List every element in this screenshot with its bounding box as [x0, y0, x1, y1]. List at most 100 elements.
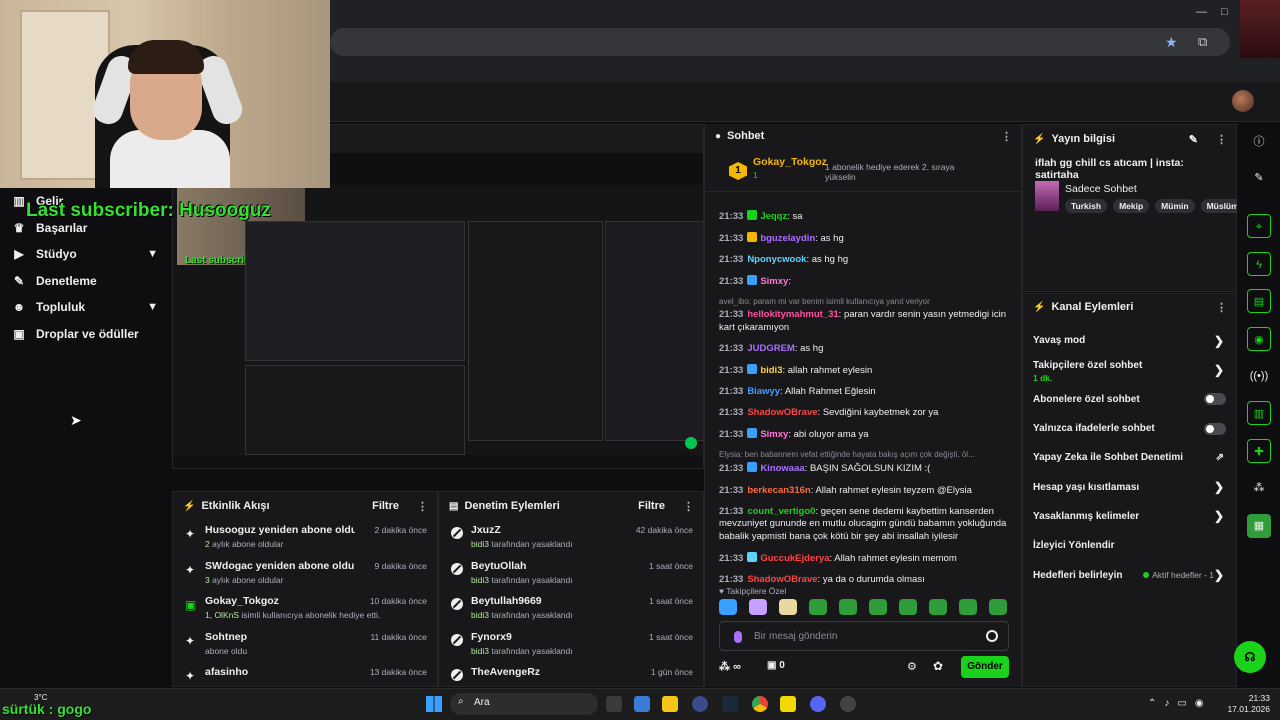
slow-mode-row[interactable]: Yavaş mod ❯ — [1023, 326, 1236, 355]
chat-message[interactable]: 21:33 Simxy: — [719, 275, 1017, 289]
pencil-icon[interactable]: ✎ — [1247, 166, 1271, 190]
lightning-icon[interactable]: ϟ — [1247, 252, 1271, 276]
emote-only-row[interactable]: Yalnızca ifadelerle sohbet — [1023, 414, 1236, 443]
gear-icon[interactable]: ⚙ — [907, 660, 917, 673]
emote-icon[interactable] — [959, 599, 977, 615]
message-username[interactable]: Kinowaaa — [760, 463, 804, 474]
chat-message[interactable]: 21:33 berkecan316n: Allah rahmet eylesin … — [719, 485, 1017, 498]
emote-icon[interactable] — [809, 599, 827, 615]
steam-icon[interactable] — [722, 696, 738, 712]
help-icon[interactable]: ☊ — [1234, 641, 1266, 673]
more-options-icon[interactable]: ⋮ — [1001, 130, 1012, 143]
taskbar-clock[interactable]: 21:33 17.01.2026 — [1224, 693, 1270, 715]
emote-icon[interactable] — [779, 599, 797, 615]
message-username[interactable]: count_vertigo0 — [747, 506, 815, 517]
list-item[interactable]: JxuzZ bidi3 tarafından yasaklandı 42 dakik… — [439, 520, 703, 556]
chat-input[interactable]: Bir mesaj gönderin — [719, 621, 1009, 651]
account-age-row[interactable]: Hesap yaşı kısıtlaması ❯ — [1023, 472, 1236, 501]
app-icon[interactable] — [692, 696, 708, 712]
more-options-icon[interactable]: ⋮ — [1216, 133, 1227, 146]
emote-only-toggle[interactable] — [1204, 422, 1226, 435]
extension-icon[interactable]: ▦ — [1247, 514, 1271, 538]
bookmark-star-icon[interactable]: ★ — [1165, 34, 1178, 51]
message-username[interactable]: berkecan316n — [747, 485, 810, 496]
list-item[interactable]: BeytuOllah bidi3 tarafından yasaklandı 1 s… — [439, 556, 703, 592]
message-username[interactable]: bidi3 — [760, 365, 782, 376]
microphone-icon[interactable] — [734, 631, 742, 643]
message-username[interactable]: hellokitymahmut_31 — [747, 309, 838, 320]
chat-message[interactable]: 21:33 Simxy: abi oluyor ama ya — [719, 428, 1017, 442]
sub-only-toggle[interactable] — [1204, 393, 1226, 406]
message-username[interactable]: Simxy — [760, 429, 788, 440]
shield-icon[interactable]: ▥ — [1247, 401, 1271, 425]
filter-button[interactable]: Filtre — [638, 500, 665, 512]
chat-message[interactable]: 21:33 count_vertigo0: geçen sene dedemi k… — [719, 506, 1017, 544]
followers-only-row[interactable]: Takipçilere özel sohbet 1 dk. ❯ — [1023, 355, 1236, 384]
taskbar-search[interactable]: ⌕ Ara — [450, 693, 598, 715]
list-item[interactable]: Fynorx9 bidi3 tarafından yasaklandı 1 saat… — [439, 627, 703, 663]
chat-message[interactable]: 21:33 Nponycwook: as hg hg — [719, 254, 1017, 267]
avatar[interactable] — [1232, 90, 1254, 112]
message-username[interactable]: Biawyy — [747, 386, 780, 397]
gift-leaderboard[interactable]: 1 Gokay_Tokgoz 1 1 abonelik hediye edere… — [705, 148, 1023, 192]
sidebar-item-studyo[interactable]: ▶ Stüdyo ▼ — [0, 241, 172, 268]
filter-button[interactable]: Filtre — [372, 500, 399, 512]
message-username[interactable]: GuccukEjderya — [760, 553, 829, 564]
emoji-icon[interactable] — [986, 630, 998, 642]
notes-icon[interactable] — [780, 696, 796, 712]
more-options-icon[interactable]: ⋮ — [1216, 301, 1227, 314]
message-username[interactable]: JUDGREM — [747, 343, 795, 354]
emote-icon[interactable] — [869, 599, 887, 615]
list-item[interactable]: Beytullah9669 bidi3 tarafından yasaklandı… — [439, 591, 703, 627]
sidebar-item-topluluk[interactable]: ☻ Topluluk ▼ — [0, 294, 172, 321]
message-username[interactable]: Jeqqz — [760, 211, 787, 222]
document-icon[interactable]: ▤ — [1247, 289, 1271, 313]
wrench-icon[interactable]: ✚ — [1247, 439, 1271, 463]
chat-message[interactable]: 21:33 ShadowOBrave: Sevdiğini kaybetmek z… — [719, 407, 1017, 420]
gift-counter[interactable]: ▣ 0 — [767, 660, 785, 671]
message-username[interactable]: Nponycwook — [747, 254, 806, 265]
chat-message[interactable]: 21:33 GuccukEjderya: Allah rahmet eylesin… — [719, 551, 1017, 566]
ai-moderation-row[interactable]: Yapay Zeka ile Sohbet Denetimi ⇗ — [1023, 443, 1236, 472]
chat-bubble-icon[interactable]: ◉ — [1247, 327, 1271, 351]
emote-icon[interactable] — [719, 599, 737, 615]
more-options-icon[interactable]: ⋮ — [417, 500, 428, 513]
chat-message[interactable]: 21:33 bguzelaydin: as hg — [719, 232, 1017, 246]
puzzle-icon[interactable]: ✿ — [933, 659, 943, 673]
chat-message[interactable]: 21:33 Jeqqz: sa — [719, 210, 1017, 224]
system-tray[interactable]: ⌃♪▭◉ — [1148, 698, 1212, 709]
emote-icon[interactable] — [749, 599, 767, 615]
sidebar-item-droplar[interactable]: ▣ Droplar ve ödüller — [0, 321, 172, 348]
window-controls[interactable]: —□ — [1196, 6, 1242, 18]
windows-start-icon[interactable] — [426, 696, 442, 712]
chat-message[interactable]: 21:33 JUDGREM: as hg — [719, 343, 1017, 356]
tag[interactable]: Mekip — [1113, 199, 1150, 213]
emote-icon[interactable] — [899, 599, 917, 615]
people-icon[interactable]: ⁂ — [1247, 476, 1271, 500]
task-view-icon[interactable] — [606, 696, 622, 712]
edit-icon[interactable]: ✎ — [1189, 133, 1198, 146]
broadcast-icon[interactable]: ((•)) — [1247, 364, 1271, 388]
file-explorer-icon[interactable] — [662, 696, 678, 712]
discord-icon[interactable] — [810, 696, 826, 712]
chat-message[interactable]: 21:33 Biawyy: Allah Rahmet Eğlesin — [719, 386, 1017, 399]
obs-icon[interactable] — [840, 696, 856, 712]
emote-icon[interactable] — [839, 599, 857, 615]
message-username[interactable]: bguzelaydin — [760, 233, 815, 244]
chat-message[interactable]: 21:33 Kinowaaa: BAŞIN SAĞOLSUN KIZIM :( — [719, 462, 1017, 476]
chat-message[interactable]: 21:33 bidi3: allah rahmet eylesin — [719, 364, 1017, 378]
emote-icon[interactable] — [989, 599, 1007, 615]
blocked-terms-row[interactable]: Yasaklanmış kelimeler ❯ — [1023, 502, 1236, 531]
chat-message[interactable]: 21:33 hellokitymahmut_31: paran vardır se… — [719, 309, 1017, 334]
raid-row[interactable]: İzleyici Yönlendir — [1023, 531, 1236, 560]
calculator-icon[interactable] — [634, 696, 650, 712]
address-bar[interactable] — [330, 28, 1230, 56]
clip-icon[interactable]: ⌖ — [1247, 214, 1271, 238]
chrome-icon[interactable] — [752, 696, 768, 712]
list-item[interactable]: ✦ SWdogac yeniden abone oldu! 3 aylık abon… — [173, 556, 437, 592]
send-button[interactable]: Gönder — [961, 656, 1009, 678]
channel-points[interactable]: ⁂ ∞ — [719, 660, 741, 673]
info-icon[interactable]: ⓘ — [1247, 130, 1271, 154]
sub-only-row[interactable]: Abonelere özel sohbet — [1023, 385, 1236, 414]
emote-icon[interactable] — [929, 599, 947, 615]
